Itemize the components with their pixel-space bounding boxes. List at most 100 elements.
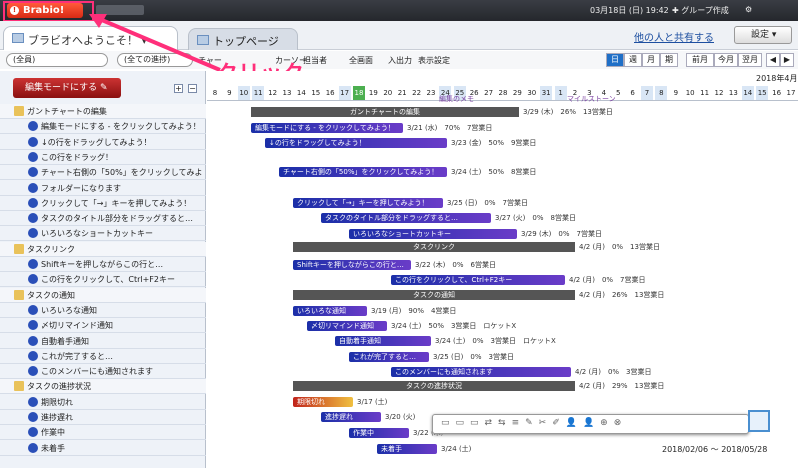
task-meta: 3/25 (日) 0% 3営業日 <box>433 353 514 361</box>
group-bar[interactable]: タスクの通知 <box>293 290 575 300</box>
settings-button[interactable]: 設定 ▾ <box>734 26 792 44</box>
view-week[interactable]: 週 <box>624 53 642 67</box>
task-label: タスクの通知 <box>27 290 75 300</box>
task-label: Shiftキーを押しながらこの行と… <box>41 260 164 269</box>
task-row[interactable]: いろいろなショートカットキー <box>0 226 206 242</box>
group-bar[interactable]: タスクの進捗状況 <box>293 381 575 391</box>
task-meta: 4/2 (月) 0% 3営業日 <box>575 368 652 376</box>
task-row[interactable]: 自動着手通知 <box>0 334 206 349</box>
share-link[interactable]: 他の人と共有する <box>634 29 714 44</box>
task-row[interactable]: これが完了すると… <box>0 349 206 364</box>
group-meta: 4/2 (月) 26% 13営業日 <box>579 291 665 299</box>
task-bar[interactable]: 編集モードにする - をクリックしてみよう！ <box>251 123 403 133</box>
task-icon <box>28 259 38 269</box>
task-icon <box>28 366 38 377</box>
task-bar[interactable]: このメンバーにも通知されます <box>391 367 571 377</box>
task-bar[interactable]: 〆切リマインド通知 <box>307 321 387 331</box>
floating-toolbar-icons[interactable]: ▭▭▭⇄⇆≡✎✂✐👤👤⊕⊗ <box>441 418 627 428</box>
view-day[interactable]: 日 <box>606 53 624 67</box>
task-bar[interactable]: いろいろなショートカットキー <box>349 229 517 239</box>
task-row[interactable]: タスクリンク <box>0 241 206 257</box>
toolbar-fullscreen[interactable]: 全画面 <box>349 55 373 66</box>
task-icon <box>28 335 38 346</box>
group-bar[interactable]: ガントチャートの編集 <box>251 107 519 117</box>
next-month-button[interactable]: 翌月 <box>738 53 762 67</box>
task-label: タスクの進捗状況 <box>27 382 91 392</box>
task-bar[interactable]: Shiftキーを押しながらこの行と… <box>293 260 411 270</box>
toolbar-assignee[interactable]: 担当者 <box>303 55 327 66</box>
task-bar[interactable]: クリックして「→」キーを押してみよう！ <box>293 198 443 208</box>
day-cell: 30 <box>527 89 537 97</box>
day-cell: 22 <box>412 89 422 97</box>
chart-icon <box>12 33 24 43</box>
notes-icon[interactable] <box>748 410 770 432</box>
task-label: このメンバーにも通知されます <box>41 367 153 377</box>
task-bar[interactable]: これが完了すると… <box>349 352 429 362</box>
task-row[interactable]: 〆切リマインド通知 <box>0 318 206 334</box>
task-row[interactable]: フォルダーになります <box>0 181 206 196</box>
milestone-label: マイルストーン <box>567 95 616 103</box>
day-cell: 1 <box>554 86 567 100</box>
task-bar[interactable]: 期限切れ <box>293 397 353 407</box>
task-list-panel: 編集モードにする ✎ + − ガントチャートの編集編集モードにする - をクリッ… <box>0 71 206 468</box>
prev-month-button[interactable]: 前月 <box>686 53 714 67</box>
milestone-label: 編集のメモ <box>439 95 474 103</box>
task-row[interactable]: 編集モードにする - をクリックしてみよう！ <box>0 119 206 135</box>
chevron-right-icon[interactable]: ▶ <box>780 53 794 67</box>
task-row[interactable]: 未着手 <box>0 441 206 456</box>
task-row[interactable]: この行をドラッグ！ <box>0 150 206 165</box>
task-row[interactable]: タスクの通知 <box>0 287 206 303</box>
highlight-box <box>3 1 94 22</box>
task-row[interactable]: この行をクリックして、Ctrl+F2キー <box>0 272 206 288</box>
task-label: 編集モードにする - をクリックしてみよう！ <box>41 122 201 132</box>
task-meta: 3/17 (土) <box>357 398 388 406</box>
edit-mode-button[interactable]: 編集モードにする ✎ <box>13 78 121 98</box>
group-bar[interactable]: タスクリンク <box>293 242 575 252</box>
chevron-left-icon[interactable]: ◀ <box>766 53 780 67</box>
task-row[interactable]: いろいろな通知 <box>0 303 206 318</box>
view-term[interactable]: 期 <box>660 53 678 67</box>
toolbar-display-settings[interactable]: 表示設定 <box>418 55 450 66</box>
task-bar[interactable]: 未着手 <box>377 444 437 454</box>
group-meta: 4/2 (月) 29% 13営業日 <box>579 382 665 390</box>
task-row[interactable]: ↓の行をドラッグしてみよう！ <box>0 135 206 150</box>
day-cell: 18 <box>353 86 365 100</box>
task-row[interactable]: 作業中 <box>0 425 206 441</box>
task-bar[interactable]: チャート右側の「50%」をクリックしてみよう！ <box>279 167 447 177</box>
task-row[interactable]: このメンバーにも通知されます <box>0 364 206 380</box>
view-month[interactable]: 月 <box>642 53 660 67</box>
group-meta: 4/2 (月) 0% 13営業日 <box>579 243 660 251</box>
group-create-link[interactable]: ✚ グループ作成 <box>672 5 729 16</box>
task-bar[interactable]: いろいろな通知 <box>293 306 367 316</box>
task-meta: 3/20 (火) <box>385 413 416 421</box>
day-cell: 14 <box>296 89 306 97</box>
day-cell: 17 <box>786 89 796 97</box>
collapse-all-button[interactable]: − <box>188 84 197 93</box>
task-row[interactable]: チャート右側の「50%」をクリックしてみよ <box>0 165 206 181</box>
toolbar-import-export[interactable]: 入出力 <box>388 55 412 66</box>
task-row[interactable]: 進捗遅れ <box>0 410 206 425</box>
task-bar[interactable]: タスクのタイトル部分をドラッグすると… <box>321 213 491 223</box>
floating-toolbar: ▭▭▭⇄⇆≡✎✂✐👤👤⊕⊗ <box>432 414 749 434</box>
task-bar[interactable]: 自動着手通知 <box>335 336 431 346</box>
expand-all-button[interactable]: + <box>174 84 183 93</box>
day-cell: 14 <box>741 86 754 100</box>
task-icon <box>28 350 38 361</box>
task-row[interactable]: 期限切れ <box>0 395 206 410</box>
task-row[interactable]: Shiftキーを押しながらこの行と… <box>0 257 206 272</box>
task-bar[interactable]: この行をクリックして、Ctrl+F2キー <box>391 275 565 285</box>
gear-icon[interactable]: ⚙ <box>745 5 752 14</box>
task-icon <box>28 182 38 193</box>
task-bar[interactable]: ↓の行をドラッグしてみよう！ <box>265 138 447 148</box>
task-row[interactable]: ガントチャートの編集 <box>0 104 206 119</box>
task-row[interactable]: タスクの進捗状況 <box>0 379 206 395</box>
task-bar[interactable]: 進捗遅れ <box>321 412 381 422</box>
task-bar[interactable]: 作業中 <box>349 428 409 438</box>
task-label: クリックして「→」キーを押してみよう！ <box>41 198 192 208</box>
task-label: いろいろな通知 <box>41 305 97 315</box>
this-month-button[interactable]: 今月 <box>714 53 738 67</box>
day-cell: 6 <box>630 89 635 97</box>
task-label: いろいろなショートカットキー <box>41 229 153 239</box>
task-row[interactable]: クリックして「→」キーを押してみよう！ <box>0 196 206 211</box>
task-row[interactable]: タスクのタイトル部分をドラッグすると… <box>0 211 206 227</box>
